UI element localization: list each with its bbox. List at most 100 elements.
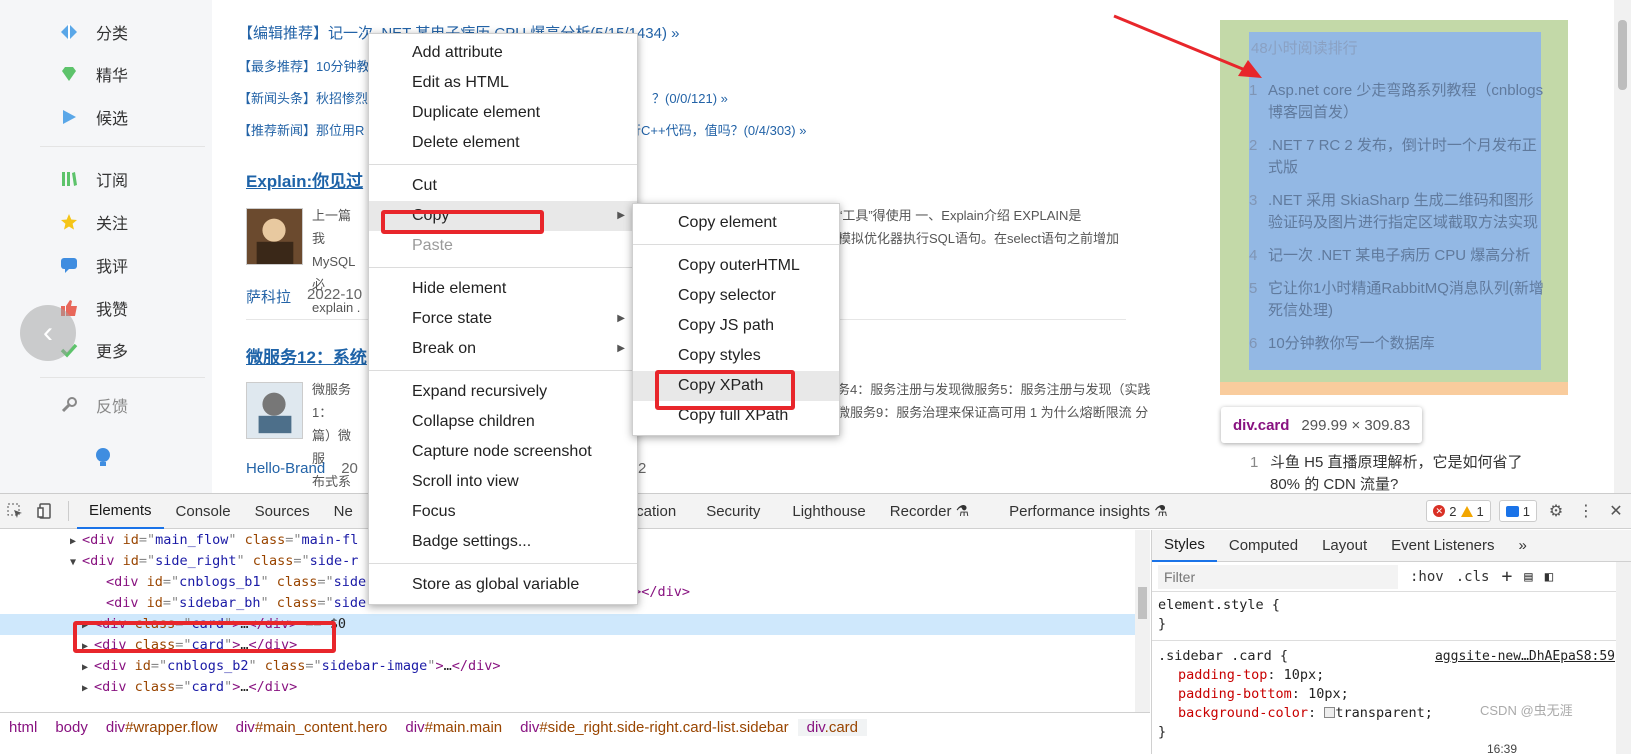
settings-gear-icon[interactable]: ⚙	[1541, 494, 1571, 529]
menu-item-hide-element[interactable]: Hide element	[369, 274, 637, 304]
more-options-icon[interactable]: ⋮	[1571, 494, 1601, 529]
rank-link[interactable]: 它让你1小时精通RabbitMQ消息队列(新增死信处理)	[1268, 278, 1544, 322]
nav-item-my-comments[interactable]: 我评	[60, 250, 128, 280]
rank-item[interactable]: 2 .NET 7 RC 2 发布，倒计时一个月发布正式版	[1249, 135, 1544, 179]
dom-tree-scroll-thumb[interactable]	[1138, 587, 1147, 619]
more-tabs-chevron[interactable]: »	[1507, 530, 1539, 562]
rank-link[interactable]: Asp.net core 少走弯路系列教程（cnblogs 博客园首发）	[1268, 80, 1544, 124]
tab-computed[interactable]: Computed	[1217, 530, 1310, 562]
menu-item-copy-outerhtml[interactable]: Copy outerHTML	[633, 251, 839, 281]
author-avatar[interactable]	[246, 208, 303, 265]
expand-toggle-icon[interactable]: ▼	[70, 552, 82, 573]
rank-item[interactable]: 1 Asp.net core 少走弯路系列教程（cnblogs 博客园首发）	[1249, 80, 1544, 124]
back-button[interactable]: ‹	[20, 305, 76, 361]
author-avatar[interactable]	[246, 382, 303, 439]
close-devtools-icon[interactable]: ✕	[1601, 494, 1631, 529]
breadcrumb-item[interactable]: div#wrapper.flow	[97, 719, 227, 736]
menu-item-store-as-global-variable[interactable]: Store as global variable	[369, 570, 637, 600]
menu-item-edit-as-html[interactable]: Edit as HTML	[369, 68, 637, 98]
rank-link[interactable]: .NET 采用 SkiaSharp 生成二维码和图形验证码及图片进行指定区域截取…	[1268, 190, 1544, 234]
device-toolbar-icon[interactable]	[30, 494, 60, 529]
news-link[interactable]: 【最多推荐】10分钟教	[238, 56, 369, 75]
hov-toggle[interactable]: :hov	[1410, 569, 1444, 585]
nav-item-feedback[interactable]: 反馈	[60, 390, 128, 420]
breadcrumb-item[interactable]: div#side_right.side-right.card-list.side…	[511, 719, 797, 736]
issues-badge[interactable]: ✕ 2 1	[1426, 500, 1491, 522]
menu-item-copy-selector[interactable]: Copy selector	[633, 281, 839, 311]
new-rule-plus-icon[interactable]: +	[1501, 566, 1512, 587]
tab-security[interactable]: Security	[688, 494, 772, 529]
css-property[interactable]: padding-top: 10px;	[1158, 666, 1625, 685]
rank-link[interactable]: 斗鱼 H5 直播原理解析，它是如何省了80% 的 CDN 流量?	[1270, 452, 1550, 493]
news-link-tail[interactable]: 行C++代码，值吗？(0/4/303) »	[628, 120, 806, 139]
tab-sources[interactable]: Sources	[243, 494, 322, 529]
news-link[interactable]: 【推荐新闻】那位用R	[238, 120, 364, 139]
menu-item-badge-settings[interactable]: Badge settings...	[369, 527, 637, 557]
expand-toggle-icon[interactable]: ▶	[82, 657, 94, 678]
element-style-selector[interactable]: element.style {	[1158, 596, 1625, 615]
nav-item-featured[interactable]: 精华	[60, 59, 128, 89]
page-scrollbar[interactable]	[1614, 0, 1631, 493]
menu-item-cut[interactable]: Cut	[369, 171, 637, 201]
tab-elements[interactable]: Elements	[77, 494, 164, 529]
inspect-element-icon[interactable]	[0, 494, 30, 529]
menu-item-expand-recursively[interactable]: Expand recursively	[369, 377, 637, 407]
nav-item-candidate[interactable]: 候选	[60, 102, 128, 132]
rank-item[interactable]: 5 它让你1小时精通RabbitMQ消息队列(新增死信处理)	[1249, 278, 1544, 322]
menu-item-scroll-into-view[interactable]: Scroll into view	[369, 467, 637, 497]
nav-item-follow[interactable]: 关注	[60, 207, 128, 237]
post-author-link[interactable]: Hello-Brand	[246, 460, 325, 477]
menu-item-add-attribute[interactable]: Add attribute	[369, 38, 637, 68]
rule-selector[interactable]: .sidebar .card {	[1158, 648, 1288, 664]
tab-styles[interactable]: Styles	[1152, 530, 1217, 562]
menu-item-collapse-children[interactable]: Collapse children	[369, 407, 637, 437]
menu-item-force-state[interactable]: Force state ▶	[369, 304, 637, 334]
post-title[interactable]: Explain:你见过	[246, 167, 363, 192]
rank-link[interactable]: 10分钟教你写一个数据库	[1268, 333, 1435, 355]
tab-layout[interactable]: Layout	[1310, 530, 1379, 562]
menu-item-break-on[interactable]: Break on ▶	[369, 334, 637, 364]
tab-performance-insights[interactable]: Performance insights ⚗	[981, 494, 1180, 529]
breadcrumb-item[interactable]: div#main_content.hero	[227, 719, 397, 736]
tab-console[interactable]: Console	[164, 494, 243, 529]
menu-item-duplicate-element[interactable]: Duplicate element	[369, 98, 637, 128]
tab-network[interactable]: Ne	[322, 494, 365, 529]
color-swatch[interactable]	[1324, 707, 1336, 718]
news-link[interactable]: 【新闻头条】秋招惨烈	[238, 88, 368, 107]
menu-item-copy-js-path[interactable]: Copy JS path	[633, 311, 839, 341]
cls-toggle[interactable]: .cls	[1456, 569, 1490, 585]
styles-scrollbar[interactable]	[1616, 562, 1631, 754]
sidebar-card-highlight[interactable]: 48小时阅读排行 1 Asp.net core 少走弯路系列教程（cnblogs …	[1220, 20, 1568, 395]
rank-link[interactable]: 记一次 .NET 某电子病历 CPU 爆高分析	[1268, 245, 1530, 267]
nav-item-category[interactable]: 分类	[60, 17, 128, 47]
menu-item-copy-element[interactable]: Copy element	[633, 208, 839, 238]
rank-item[interactable]: 1 斗鱼 H5 直播原理解析，它是如何省了80% 的 CDN 流量?	[1250, 452, 1550, 493]
messages-badge[interactable]: 1	[1498, 500, 1537, 522]
dom-node[interactable]: ▶ <div id="cnblogs_b2" class="sidebar-ima…	[0, 656, 1135, 677]
rank-item[interactable]: 4 记一次 .NET 某电子病历 CPU 爆高分析	[1249, 245, 1544, 267]
nav-item-subscribe[interactable]: 订阅	[60, 164, 128, 194]
breadcrumb-item[interactable]: html	[0, 719, 46, 736]
page-scrollbar-thumb[interactable]	[1618, 20, 1627, 90]
breadcrumb-item[interactable]: div.card	[797, 719, 868, 736]
breadcrumb-item[interactable]: div#main.main	[396, 719, 511, 736]
news-link-tail[interactable]: ？(0/0/121) »	[652, 88, 728, 107]
tab-recorder[interactable]: Recorder ⚗	[878, 494, 981, 529]
rank-item[interactable]: 6 10分钟教你写一个数据库	[1249, 333, 1544, 355]
expand-toggle-icon[interactable]: ▶	[70, 531, 82, 552]
menu-item-delete-element[interactable]: Delete element	[369, 128, 637, 158]
paint-brush-icon[interactable]: ▤	[1524, 569, 1532, 585]
tab-lighthouse[interactable]: Lighthouse	[772, 494, 877, 529]
tab-event-listeners[interactable]: Event Listeners	[1379, 530, 1506, 562]
rank-item[interactable]: 3 .NET 采用 SkiaSharp 生成二维码和图形验证码及图片进行指定区域截…	[1249, 190, 1544, 234]
menu-item-copy-styles[interactable]: Copy styles	[633, 341, 839, 371]
lightbulb-icon[interactable]	[94, 447, 112, 469]
post-author-link[interactable]: 萨科拉	[246, 286, 291, 307]
post-title[interactable]: 微服务12：系统	[246, 343, 367, 368]
toggle-sidebar-icon[interactable]: ◧	[1545, 569, 1553, 585]
rule-source-link[interactable]: aggsite-new…DhAEpaS8:59	[1435, 647, 1615, 666]
menu-item-focus[interactable]: Focus	[369, 497, 637, 527]
dom-tree-scrollbar[interactable]	[1135, 530, 1150, 712]
rank-link[interactable]: .NET 7 RC 2 发布，倒计时一个月发布正式版	[1268, 135, 1544, 179]
expand-toggle-icon[interactable]: ▶	[82, 678, 94, 699]
